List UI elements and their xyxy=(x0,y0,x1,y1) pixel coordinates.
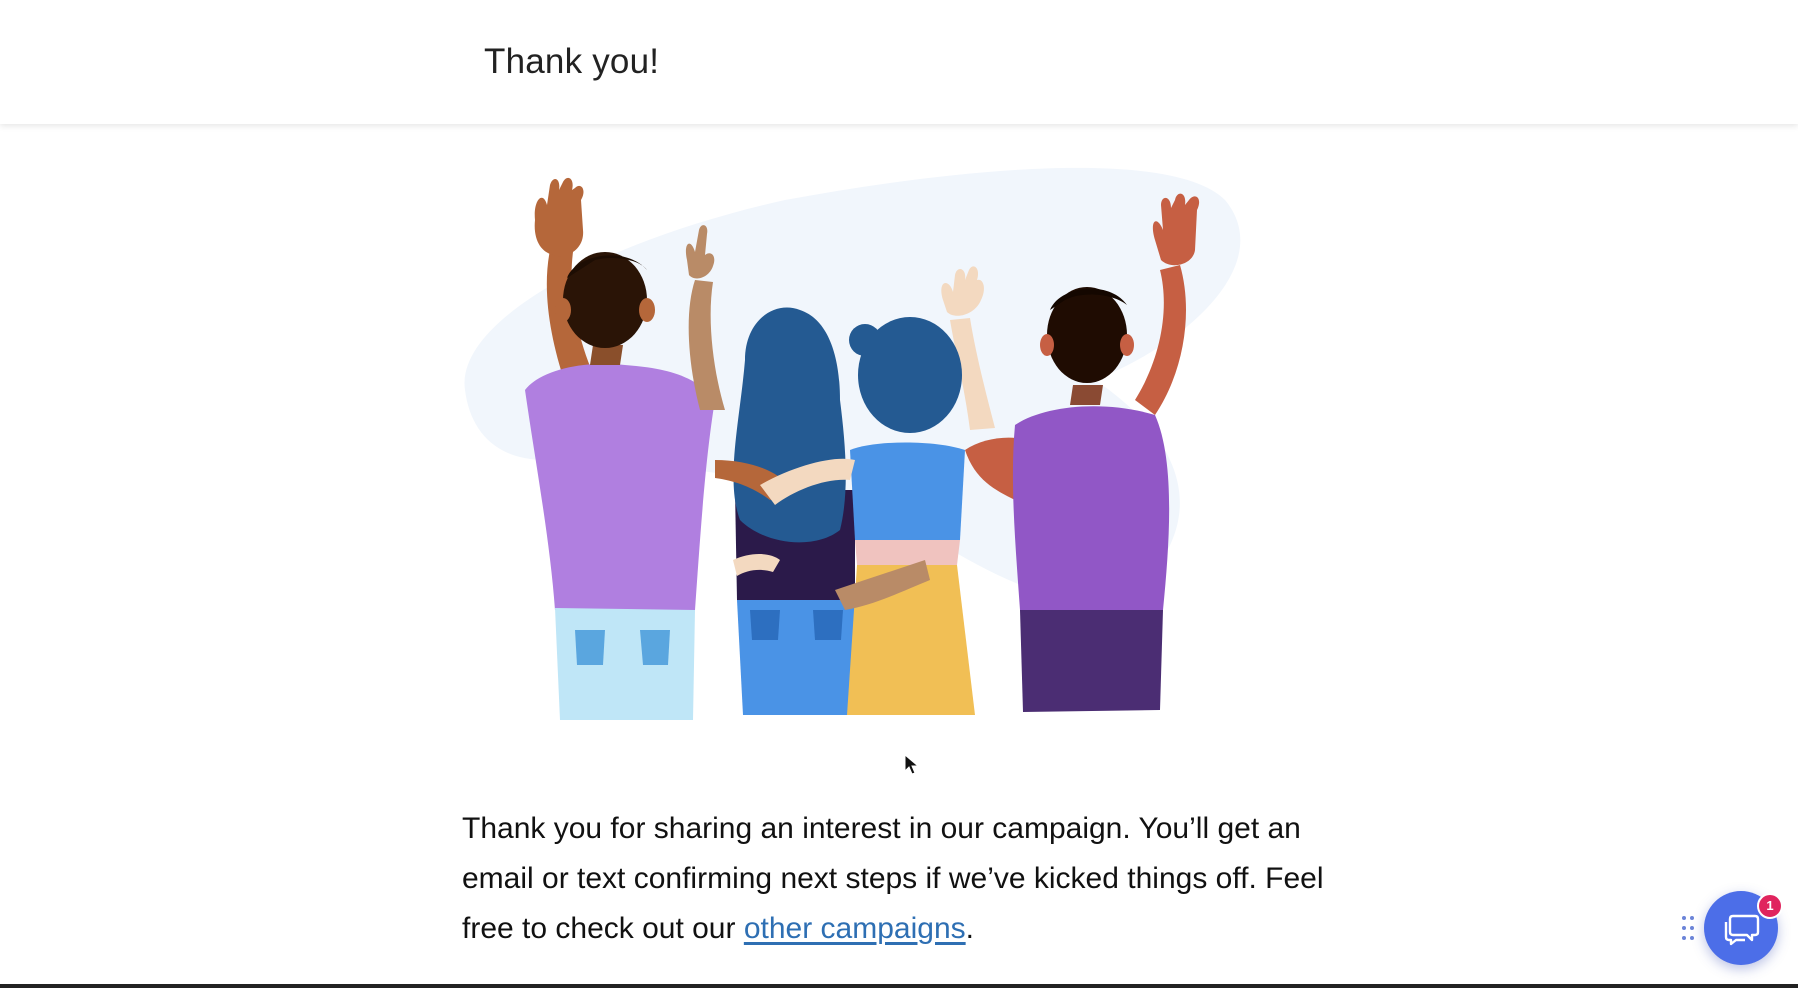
friends-waving-illustration xyxy=(464,167,1241,720)
other-campaigns-link[interactable]: other campaigns xyxy=(744,912,966,945)
mouse-cursor-icon xyxy=(904,754,920,775)
chat-notification-badge: 1 xyxy=(1757,893,1783,919)
chat-bubbles-icon xyxy=(1724,914,1760,946)
bottom-border xyxy=(0,984,1798,988)
header-bar: Thank you! xyxy=(0,0,1798,124)
message-trailing-punctuation: . xyxy=(965,912,974,945)
confirmation-message: Thank you for sharing an interest in our… xyxy=(462,804,1362,954)
thank-you-page: Thank you! Thank you for sharing an inte… xyxy=(0,0,1798,988)
drag-handle-icon[interactable] xyxy=(1680,914,1696,942)
page-title: Thank you! xyxy=(484,42,660,81)
